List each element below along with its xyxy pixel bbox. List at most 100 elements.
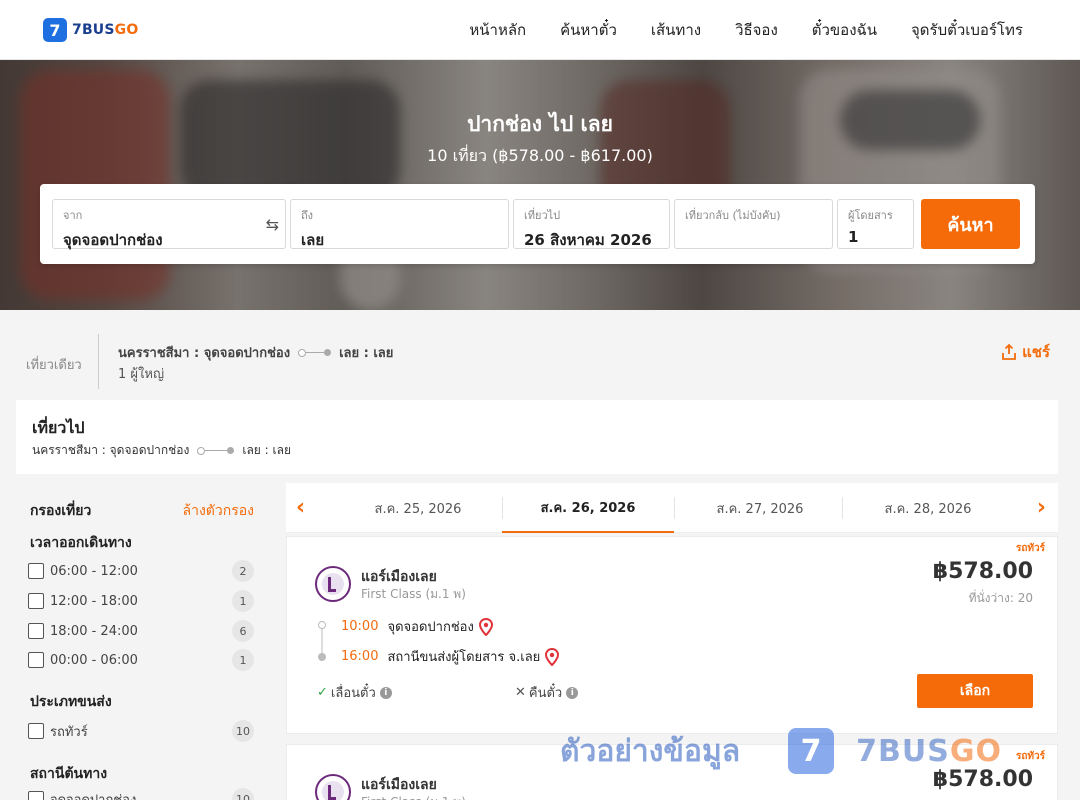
from-field[interactable]: จาก จุดจอดปากช่อง ⇆ bbox=[52, 199, 286, 249]
checkbox[interactable] bbox=[28, 623, 44, 639]
count-badge: 1 bbox=[232, 649, 254, 671]
trip-summary: เที่ยวเดียว นครราชสีมา : จุดจอดปากช่อง เ… bbox=[0, 310, 1080, 400]
filter-departure-1[interactable]: 12:00 - 18:00 1 bbox=[28, 590, 254, 612]
departure-stop-name: จุดจอดปากช่อง bbox=[387, 620, 474, 635]
share-label: แชร์ bbox=[1022, 343, 1050, 361]
operator-logo bbox=[315, 566, 351, 602]
count-badge: 10 bbox=[232, 720, 254, 742]
search-button[interactable]: ค้นหา bbox=[921, 199, 1020, 249]
filter-origin-0[interactable]: จุดจอดปากช่อง 10 bbox=[28, 788, 254, 800]
cross-icon: ✕ bbox=[515, 685, 526, 700]
summary-route: นครราชสีมา : จุดจอดปากช่อง เลย : เลย bbox=[118, 342, 393, 363]
refund-ticket-label: คืนตั๋ว bbox=[528, 686, 563, 701]
timeline-line bbox=[321, 625, 323, 655]
prev-date-arrow-icon[interactable]: ‹ bbox=[296, 495, 305, 520]
refund-ticket-policy: ✕ คืนตั๋ว i bbox=[515, 682, 579, 703]
date-tab-2[interactable]: ส.ค. 27, 2026 bbox=[674, 483, 846, 533]
swap-icon[interactable]: ⇆ bbox=[266, 215, 279, 234]
depart-date-field[interactable]: เที่ยวไป 26 สิงหาคม 2026 bbox=[513, 199, 670, 249]
transport-badge: รถทัวร์ bbox=[1015, 751, 1045, 762]
trip-type: เที่ยวเดียว bbox=[26, 358, 82, 373]
checkbox[interactable] bbox=[28, 593, 44, 609]
arrival-stop-name: สถานีขนส่งผู้โดยสาร จ.เลย bbox=[387, 650, 541, 665]
clear-filters-link[interactable]: ล้างตัวกรอง bbox=[183, 500, 254, 522]
filter-panel: กรองเที่ยว ล้างตัวกรอง เวลาออกเดินทาง 06… bbox=[16, 483, 270, 800]
operator-logo bbox=[315, 774, 351, 800]
to-label: ถึง bbox=[301, 209, 314, 222]
location-pin-icon[interactable] bbox=[478, 617, 493, 636]
change-ticket-label: เลื่อนตั๋ว bbox=[330, 686, 376, 701]
nav-my-tickets[interactable]: ตั๋วของฉัน bbox=[812, 18, 877, 42]
depart-date-value: 26 สิงหาคม 2026 bbox=[524, 231, 652, 249]
checkbox[interactable] bbox=[28, 563, 44, 579]
route-connector-icon bbox=[298, 348, 332, 357]
seats-available: ที่นั่งว่าง: 20 bbox=[968, 591, 1033, 605]
check-icon: ✓ bbox=[317, 685, 328, 700]
nav-pickup-points[interactable]: จุดรับตั๋วเบอร์โทร bbox=[911, 18, 1023, 42]
outbound-origin: นครราชสีมา : จุดจอดปากช่อง bbox=[32, 443, 190, 457]
filter-departure-3[interactable]: 00:00 - 06:00 1 bbox=[28, 649, 254, 671]
filter-transport-0[interactable]: รถทัวร์ 10 bbox=[28, 720, 254, 742]
share-button[interactable]: แชร์ bbox=[1001, 340, 1050, 364]
top-navbar: 7 7BUSGO หน้าหลัก ค้นหาตั๋ว เส้นทาง วิธี… bbox=[0, 0, 1080, 60]
checkbox[interactable] bbox=[28, 652, 44, 668]
summary-origin: นครราชสีมา : จุดจอดปากช่อง bbox=[118, 346, 291, 361]
nav-how-to-book[interactable]: วิธีจอง bbox=[735, 18, 778, 42]
trip-card: รถทัวร์ แอร์เมืองเลย First Class (ม.1 พ)… bbox=[286, 536, 1058, 734]
passenger-value: 1 bbox=[848, 228, 859, 246]
passenger-label: ผู้โดยสาร bbox=[848, 209, 893, 222]
trip-card: รถทัวร์ แอร์เมืองเลย First Class (ม.1 พ)… bbox=[286, 744, 1058, 800]
route-connector-icon bbox=[197, 446, 235, 455]
bus-class: First Class (ม.1 พ) bbox=[361, 587, 466, 601]
info-icon[interactable]: i bbox=[566, 686, 579, 699]
nav-routes[interactable]: เส้นทาง bbox=[651, 18, 701, 42]
summary-divider bbox=[98, 334, 99, 389]
select-trip-button[interactable]: เลือก bbox=[917, 674, 1033, 708]
departure-time-title: เวลาออกเดินทาง bbox=[30, 535, 132, 551]
date-tab-0[interactable]: ส.ค. 25, 2026 bbox=[332, 483, 504, 533]
brand-logo-mark: 7 bbox=[43, 18, 67, 42]
count-badge: 1 bbox=[232, 590, 254, 612]
date-tab-1-active[interactable]: ส.ค. 26, 2026 bbox=[502, 483, 674, 533]
transport-badge: รถทัวร์ bbox=[1015, 543, 1045, 554]
checkbox[interactable] bbox=[28, 791, 44, 800]
filter-departure-0[interactable]: 06:00 - 12:00 2 bbox=[28, 560, 254, 582]
to-field[interactable]: ถึง เลย bbox=[290, 199, 509, 249]
trip-price: ฿578.00 bbox=[932, 767, 1033, 792]
nav-search-tickets[interactable]: ค้นหาตั๋ว bbox=[560, 18, 617, 42]
outbound-route: นครราชสีมา : จุดจอดปากช่อง เลย : เลย bbox=[32, 441, 291, 460]
timeline-start-dot bbox=[318, 621, 326, 629]
outbound-destination: เลย : เลย bbox=[242, 443, 291, 457]
outbound-title: เที่ยวไป bbox=[32, 418, 85, 437]
trip-price: ฿578.00 bbox=[932, 559, 1033, 584]
departure-time: 10:00 bbox=[341, 619, 379, 634]
location-pin-icon[interactable] bbox=[545, 647, 560, 666]
bus-class: First Class (ม.1 พ) bbox=[361, 793, 466, 800]
departure-stop: 10:00 จุดจอดปากช่อง bbox=[341, 616, 493, 637]
change-ticket-policy: ✓ เลื่อนตั๋ว i bbox=[317, 682, 392, 703]
depart-date-label: เที่ยวไป bbox=[524, 209, 561, 222]
to-value: เลย bbox=[301, 231, 325, 249]
hero-title: ปากช่อง ไป เลย bbox=[467, 112, 613, 136]
next-date-arrow-icon[interactable]: › bbox=[1037, 495, 1046, 520]
from-label: จาก bbox=[63, 209, 83, 222]
info-icon[interactable]: i bbox=[379, 686, 392, 699]
summary-passengers: 1 ผู้ใหญ่ bbox=[118, 367, 165, 382]
summary-destination: เลย : เลย bbox=[339, 346, 394, 361]
passenger-field[interactable]: ผู้โดยสาร 1 bbox=[837, 199, 914, 249]
from-value: จุดจอดปากช่อง bbox=[63, 231, 163, 249]
outbound-header: เที่ยวไป นครราชสีมา : จุดจอดปากช่อง เลย … bbox=[16, 400, 1058, 474]
return-date-field[interactable]: เที่ยวกลับ (ไม่บังคับ) bbox=[674, 199, 833, 249]
hero-subtitle: 10 เที่ยว (฿578.00 - ฿617.00) bbox=[427, 146, 653, 165]
checkbox[interactable] bbox=[28, 723, 44, 739]
filter-title: กรองเที่ยว bbox=[30, 503, 92, 519]
date-selector: ‹ ส.ค. 25, 2026 ส.ค. 26, 2026 ส.ค. 27, 2… bbox=[286, 483, 1058, 533]
brand-logo[interactable]: 7 7BUSGO bbox=[43, 18, 138, 42]
filter-departure-2[interactable]: 18:00 - 24:00 6 bbox=[28, 620, 254, 642]
share-icon bbox=[1002, 344, 1016, 360]
date-tab-3[interactable]: ส.ค. 28, 2026 bbox=[842, 483, 1014, 533]
return-date-label: เที่ยวกลับ (ไม่บังคับ) bbox=[685, 209, 781, 222]
search-form: จาก จุดจอดปากช่อง ⇆ ถึง เลย เที่ยวไป 26 … bbox=[40, 184, 1035, 264]
timeline-end-dot bbox=[318, 653, 326, 661]
nav-home[interactable]: หน้าหลัก bbox=[469, 18, 526, 42]
